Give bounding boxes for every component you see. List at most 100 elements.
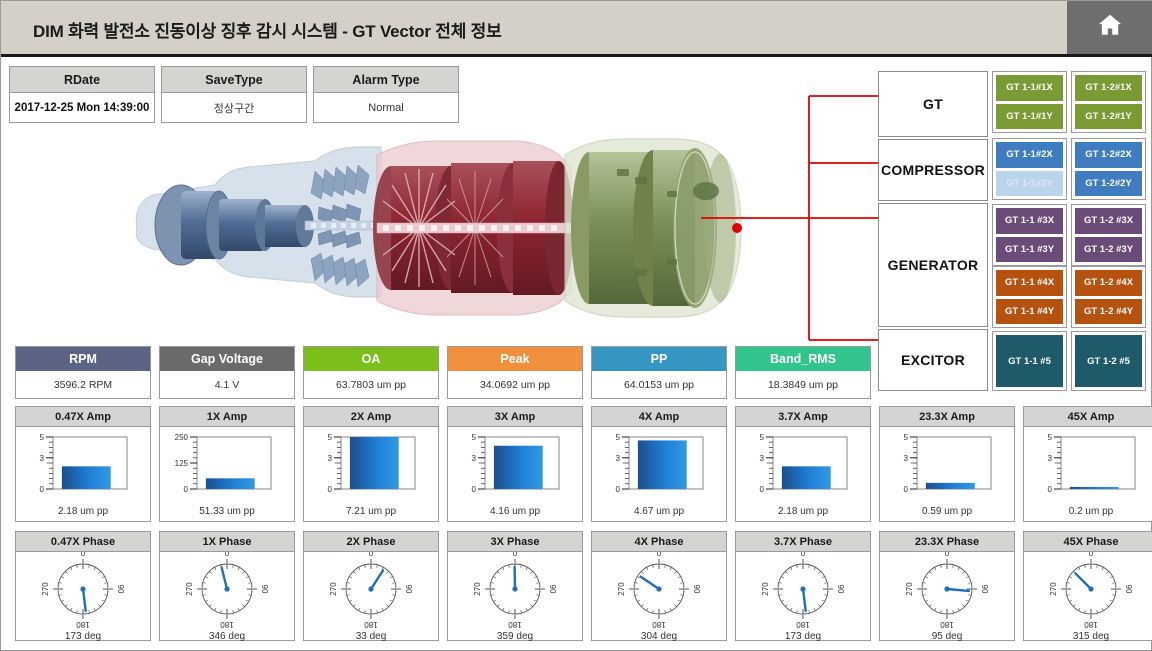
svg-text:0: 0 (616, 485, 621, 494)
bar-chart: 0 3 5 2.18 um pp (16, 427, 150, 519)
sensor-group-3: GT 1-2#2X GT 1-2#2Y (1071, 138, 1146, 200)
sensor-button-gt-1-2-4y[interactable]: GT 1-2 #4Y (1075, 298, 1142, 324)
component-compressor[interactable]: COMPRESSOR (878, 139, 988, 201)
panel-3-7x-phase: 3.7X Phase 0 90 180 270 173 deg (735, 531, 871, 644)
component-gt[interactable]: GT (878, 71, 988, 137)
sensor-button-gt-1-1-2x[interactable]: GT 1-1#2X (996, 142, 1063, 168)
svg-text:3: 3 (760, 454, 765, 463)
panel-0-47x-amp: 0.47X Amp 0 3 5 2.18 um pp (15, 406, 151, 522)
svg-text:5: 5 (40, 433, 45, 442)
svg-text:3: 3 (328, 454, 333, 463)
svg-text:3: 3 (616, 454, 621, 463)
sensor-button-gt-1-2-1y[interactable]: GT 1-2#1Y (1075, 103, 1142, 129)
component-excitor[interactable]: EXCITOR (878, 329, 988, 391)
metric-label: OA (304, 347, 438, 371)
svg-text:90: 90 (548, 585, 557, 594)
phase-gauge: 0 90 180 270 173 deg (736, 552, 870, 644)
metric-label: Gap Voltage (160, 347, 294, 371)
sensor-button-gt-1-1-4x[interactable]: GT 1-1 #4X (996, 270, 1063, 296)
svg-text:3: 3 (40, 454, 45, 463)
panel-45x-phase: 45X Phase 0 90 180 270 315 deg (1023, 531, 1152, 644)
sensor-button-gt-1-1-2y[interactable]: GT 1-1#2Y (996, 170, 1063, 196)
svg-text:180: 180 (364, 620, 378, 628)
bar-chart: 0 3 5 7.21 um pp (304, 427, 438, 519)
panel-2x-amp: 2X Amp 0 3 5 7.21 um pp (303, 406, 439, 522)
panel-value: 315 deg (1072, 631, 1110, 642)
svg-text:270: 270 (41, 582, 50, 596)
panel-title: 4X Amp (592, 407, 726, 427)
panel-value: 7.21 um pp (345, 506, 397, 517)
svg-text:270: 270 (473, 582, 482, 596)
svg-text:0: 0 (760, 485, 765, 494)
svg-text:0: 0 (225, 552, 230, 558)
metric-value: 4.1 V (214, 378, 240, 391)
svg-text:270: 270 (617, 582, 626, 596)
metric-value: 64.0153 um pp (623, 378, 695, 391)
panel-title: 3.7X Phase (736, 532, 870, 552)
svg-text:180: 180 (652, 620, 666, 628)
svg-text:90: 90 (692, 585, 701, 594)
svg-text:270: 270 (1049, 582, 1058, 596)
panel-value: 4.67 um pp (633, 506, 685, 517)
home-button[interactable] (1067, 1, 1152, 54)
panel-value: 173 deg (64, 631, 102, 642)
component-generator[interactable]: GENERATOR (878, 203, 988, 327)
svg-text:0: 0 (369, 552, 374, 558)
panel-value: 33 deg (355, 631, 387, 642)
sensor-button-gt-1-2-5[interactable]: GT 1-2 #5 (1075, 335, 1142, 387)
panel-value: 0.2 um pp (1068, 506, 1114, 517)
sensor-group-5: GT 1-2 #3X GT 1-2 #3Y (1071, 204, 1146, 266)
sensor-button-gt-1-1-1y[interactable]: GT 1-1#1Y (996, 103, 1063, 129)
sensor-button-gt-1-2-3x[interactable]: GT 1-2 #3X (1075, 208, 1142, 234)
svg-text:0: 0 (472, 485, 477, 494)
svg-text:0: 0 (328, 485, 333, 494)
phase-gauge: 0 90 180 270 359 deg (448, 552, 582, 644)
svg-text:270: 270 (185, 582, 194, 596)
info-label: Alarm Type (314, 67, 458, 93)
sensor-button-gt-1-1-5[interactable]: GT 1-1 #5 (996, 335, 1063, 387)
sensor-button-gt-1-1-3x[interactable]: GT 1-1 #3X (996, 208, 1063, 234)
panel-23-3x-phase: 23.3X Phase 0 90 180 270 95 deg (879, 531, 1015, 642)
panel-value: 346 deg (208, 631, 246, 642)
title-bar: DIM 화력 발전소 진동이상 징후 감시 시스템 - GT Vector 전체… (1, 1, 1152, 57)
sensor-button-gt-1-1-3y[interactable]: GT 1-1 #3Y (996, 236, 1063, 262)
svg-text:270: 270 (905, 582, 914, 596)
panel-2x-phase: 2X Phase 0 90 180 270 33 deg (303, 531, 439, 642)
metric-card-pp: PP 64.0153 um pp (591, 346, 727, 399)
svg-text:0: 0 (81, 552, 86, 558)
sensor-button-gt-1-2-3y[interactable]: GT 1-2 #3Y (1075, 236, 1142, 262)
svg-text:0: 0 (1089, 552, 1094, 558)
svg-text:0: 0 (1048, 485, 1053, 494)
panel-title: 3X Amp (448, 407, 582, 427)
panel-title: 2X Amp (304, 407, 438, 427)
panel-title: 4X Phase (592, 532, 726, 552)
component-label: GT (922, 96, 944, 112)
bar-chart: 0 125 250 51.33 um pp (160, 427, 294, 519)
sensor-button-gt-1-2-4x[interactable]: GT 1-2 #4X (1075, 270, 1142, 296)
svg-text:180: 180 (508, 620, 522, 628)
panel-title: 45X Amp (1024, 407, 1152, 427)
home-icon (1096, 11, 1124, 44)
sensor-button-gt-1-1-1x[interactable]: GT 1-1#1X (996, 75, 1063, 101)
panel-value: 4.16 um pp (489, 506, 541, 517)
panel-4x-amp: 4X Amp 0 3 5 4.67 um pp (591, 406, 727, 522)
sensor-button-gt-1-2-2y[interactable]: GT 1-2#2Y (1075, 170, 1142, 196)
bar-chart: 0 3 5 0.2 um pp (1024, 427, 1152, 519)
panel-3-7x-amp: 3.7X Amp 0 3 5 2.18 um pp (735, 406, 871, 522)
metric-value: 63.7803 um pp (335, 378, 407, 391)
svg-text:180: 180 (796, 620, 810, 628)
sensor-button-gt-1-2-2x[interactable]: GT 1-2#2X (1075, 142, 1142, 168)
panel-title: 1X Phase (160, 532, 294, 552)
svg-text:90: 90 (836, 585, 845, 594)
panel-title: 3.7X Amp (736, 407, 870, 427)
panel-value: 2.18 um pp (777, 506, 829, 517)
sensor-button-gt-1-1-4y[interactable]: GT 1-1 #4Y (996, 298, 1063, 324)
panel-title: 2X Phase (304, 532, 438, 552)
phase-gauge: 0 90 180 270 315 deg (1024, 552, 1152, 644)
bar-chart: 0 3 5 4.16 um pp (448, 427, 582, 519)
svg-text:0: 0 (904, 485, 909, 494)
component-label: GENERATOR (887, 257, 979, 273)
sensor-button-gt-1-2-1x[interactable]: GT 1-2#1X (1075, 75, 1142, 101)
svg-text:5: 5 (904, 433, 909, 442)
panel-title: 0.47X Phase (16, 532, 150, 552)
